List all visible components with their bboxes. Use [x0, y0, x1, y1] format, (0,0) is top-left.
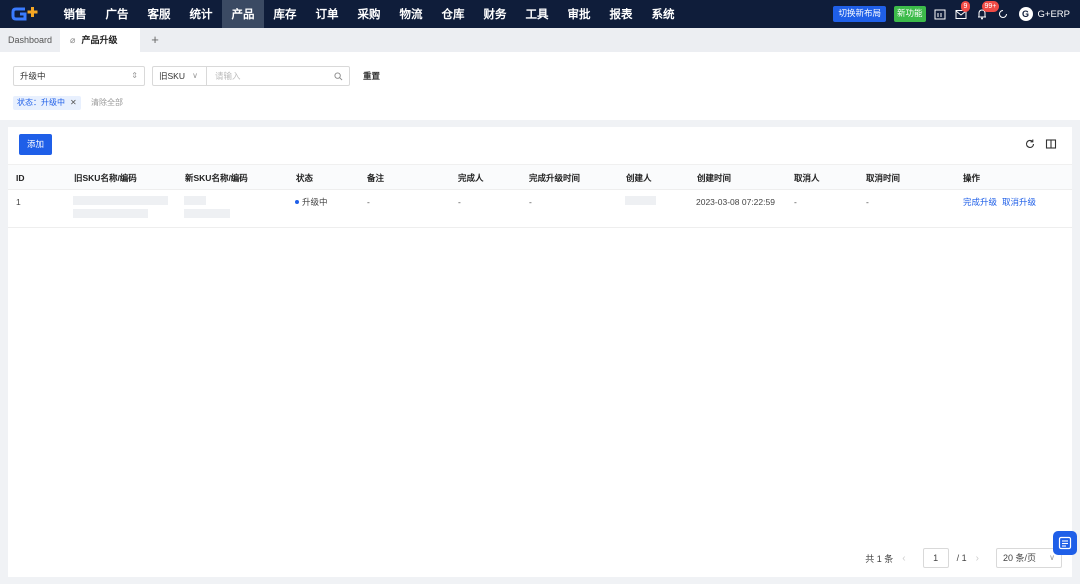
- prev-page-icon[interactable]: ‹: [902, 553, 905, 564]
- status-dot-icon: [295, 200, 299, 204]
- creator-placeholder: [625, 196, 656, 205]
- chevron-down-icon: ∨: [192, 71, 198, 80]
- calendar-icon[interactable]: [934, 8, 946, 20]
- avatar: G: [1018, 7, 1033, 21]
- select-arrows-icon: ⇕: [131, 71, 138, 80]
- add-tab-button[interactable]: +: [140, 28, 170, 52]
- nav-item-sales[interactable]: 销售: [54, 0, 96, 28]
- col-id: ID: [16, 173, 25, 183]
- old-sku-placeholder: [73, 196, 168, 205]
- reset-button[interactable]: 重置: [363, 66, 380, 86]
- top-nav: 销售 广告 客服 统计 产品 库存 订单 采购 物流 仓库 财务 工具 审批 报…: [0, 0, 1080, 28]
- nav-item-purchase[interactable]: 采购: [348, 0, 390, 28]
- cell-cancel-time: -: [866, 197, 869, 207]
- nav-item-product[interactable]: 产品: [222, 0, 264, 28]
- nav-item-approval[interactable]: 审批: [558, 0, 600, 28]
- tab-dashboard[interactable]: Dashboard: [0, 28, 60, 52]
- col-remark: 备注: [367, 173, 385, 183]
- tab-product-upgrade[interactable]: ⌀ 产品升级: [60, 28, 141, 52]
- col-new-sku: 新SKU名称/编码: [185, 173, 248, 183]
- nav-item-orders[interactable]: 订单: [306, 0, 348, 28]
- field-select-value: 旧SKU: [159, 71, 185, 81]
- col-status: 状态: [296, 173, 314, 183]
- nav-item-warehouse[interactable]: 仓库: [432, 0, 474, 28]
- status-text: 升级中: [302, 197, 328, 207]
- nav-item-finance[interactable]: 财务: [474, 0, 516, 28]
- nav-item-statistics[interactable]: 统计: [180, 0, 222, 28]
- cell-status: 升级中: [295, 196, 328, 208]
- total-pages: / 1: [956, 553, 967, 563]
- add-button[interactable]: 添加: [19, 134, 52, 155]
- filter-tag-label: 状态：升级中: [17, 98, 65, 107]
- app-logo[interactable]: [0, 0, 52, 28]
- nav-item-reports[interactable]: 报表: [600, 0, 642, 28]
- search-icon[interactable]: [334, 67, 343, 87]
- list-icon: [1058, 536, 1072, 550]
- close-icon[interactable]: ✕: [70, 98, 77, 107]
- user-menu[interactable]: G G+ERP: [1018, 7, 1070, 21]
- tab-label: 产品升级: [81, 35, 118, 45]
- logo-icon: [11, 7, 38, 21]
- new-sku-placeholder: [184, 196, 206, 205]
- filter-panel: 升级中 ⇕ 旧SKU ∨ 请输入 重置 状态：升级中 ✕ 清除全部: [0, 52, 1080, 120]
- pin-icon[interactable]: ⌀: [70, 28, 75, 52]
- col-finish-time: 完成升级时间: [529, 173, 581, 183]
- old-sku-placeholder: [73, 209, 148, 218]
- complete-upgrade-link[interactable]: 完成升级: [963, 196, 997, 208]
- search-input[interactable]: 请输入: [207, 67, 349, 85]
- col-cancel-time: 取消时间: [866, 173, 901, 183]
- search-placeholder: 请输入: [215, 71, 241, 81]
- pagination-total: 共 1 条: [865, 553, 894, 564]
- col-canceler: 取消人: [794, 173, 820, 183]
- nav-item-tools[interactable]: 工具: [516, 0, 558, 28]
- status-select[interactable]: 升级中 ⇕: [13, 66, 145, 86]
- table-header: ID 旧SKU名称/编码 新SKU名称/编码 状态 备注 完成人 完成升级时间 …: [8, 164, 1072, 190]
- nav-item-logistics[interactable]: 物流: [390, 0, 432, 28]
- nav-item-inventory[interactable]: 库存: [264, 0, 306, 28]
- col-creator: 创建人: [626, 173, 652, 183]
- page-size-select[interactable]: 20 条/页 ∨: [996, 548, 1062, 568]
- pagination: 共 1 条 ‹ 1 / 1 › 20 条/页 ∨: [865, 547, 1062, 569]
- filter-tag-status[interactable]: 状态：升级中 ✕: [13, 96, 81, 110]
- new-feature-button[interactable]: 新功能: [894, 6, 926, 22]
- cell-create-time: 2023-03-08 07:22:59: [696, 197, 775, 207]
- cell-finish-time: -: [529, 197, 532, 207]
- cell-finisher: -: [458, 197, 461, 207]
- refresh-icon[interactable]: [1024, 138, 1036, 150]
- search-group: 旧SKU ∨ 请输入: [152, 66, 350, 86]
- table-row: 1 升级中 - - - 2023-03-08 07:22:59 - - 完成升级…: [8, 190, 1072, 228]
- page-size-value: 20 条/页: [1003, 553, 1037, 563]
- switch-layout-button[interactable]: 切换新布局: [833, 6, 886, 22]
- next-page-icon[interactable]: ›: [976, 553, 979, 564]
- current-page-input[interactable]: 1: [922, 548, 949, 568]
- status-select-value: 升级中: [20, 71, 46, 81]
- cell-remark: -: [367, 197, 370, 207]
- nav-item-system[interactable]: 系统: [642, 0, 684, 28]
- cell-canceler: -: [794, 197, 797, 207]
- main-panel: 添加 ID 旧SKU名称/编码 新SKU名称/编码 状态 备注 完成人 完成升级…: [8, 127, 1072, 577]
- mail-icon[interactable]: 9: [955, 1, 971, 20]
- new-sku-placeholder: [184, 209, 230, 218]
- cancel-upgrade-link[interactable]: 取消升级: [1002, 196, 1036, 208]
- nav-item-customer-service[interactable]: 客服: [138, 0, 180, 28]
- col-create-time: 创建时间: [697, 173, 732, 183]
- col-actions: 操作: [963, 173, 981, 183]
- clear-all-button[interactable]: 清除全部: [91, 96, 123, 110]
- refresh-arrow-icon[interactable]: [997, 8, 1009, 20]
- user-label: G+ERP: [1037, 8, 1070, 20]
- col-finisher: 完成人: [458, 173, 484, 183]
- page-tabs: Dashboard ⌀ 产品升级 +: [0, 28, 1080, 52]
- cell-id: 1: [16, 197, 21, 207]
- bell-icon[interactable]: 99+: [976, 1, 1000, 20]
- nav-item-ads[interactable]: 广告: [96, 0, 138, 28]
- float-list-button[interactable]: [1053, 531, 1077, 555]
- column-settings-icon[interactable]: [1045, 138, 1057, 150]
- mail-badge: 9: [960, 1, 971, 12]
- field-select[interactable]: 旧SKU ∨: [153, 67, 207, 85]
- col-old-sku: 旧SKU名称/编码: [74, 173, 137, 183]
